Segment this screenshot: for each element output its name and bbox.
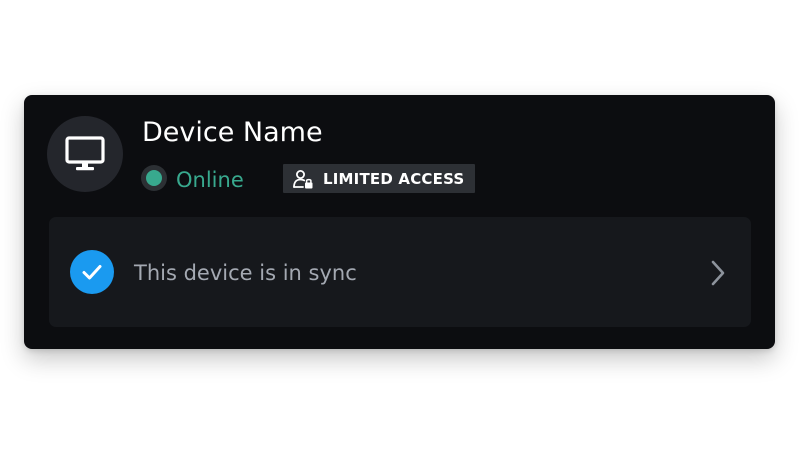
device-avatar (47, 116, 123, 192)
chevron-right-icon[interactable] (705, 259, 731, 287)
sync-message: This device is in sync (134, 261, 357, 285)
status-indicator: Online (141, 163, 244, 193)
device-name: Device Name (142, 117, 323, 148)
checkmark-icon (70, 250, 114, 294)
status-dot-icon (141, 165, 167, 191)
access-badge: LIMITED ACCESS (283, 164, 476, 193)
status-dot-fill (146, 170, 162, 186)
monitor-icon (63, 132, 107, 176)
user-lock-icon (292, 168, 314, 190)
sync-status-row[interactable]: This device is in sync (49, 217, 751, 327)
status-label: Online (176, 167, 244, 192)
access-badge-label: LIMITED ACCESS (323, 169, 465, 188)
device-card: Device Name Online LIMITED ACCESS This d… (24, 95, 775, 349)
